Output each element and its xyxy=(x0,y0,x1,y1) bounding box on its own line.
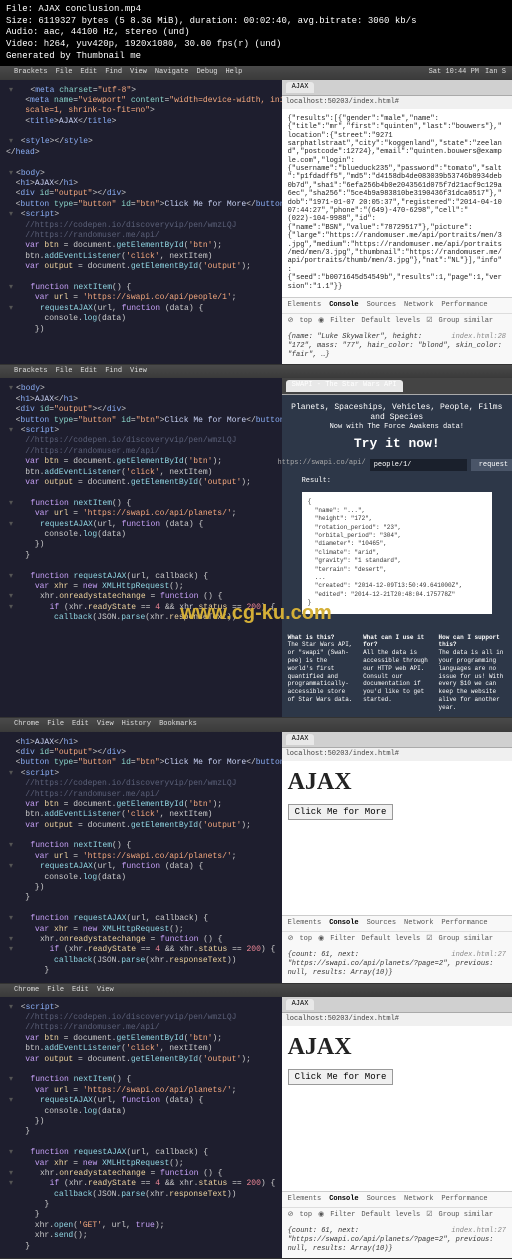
code-editor-2[interactable]: ▾<body> <h1>AJAX</h1> <div id="output"><… xyxy=(0,378,282,717)
clock[interactable]: Sat 10:44 PM xyxy=(429,68,479,77)
address-bar[interactable]: localhost:50203/index.html# xyxy=(282,748,512,761)
app-name[interactable]: Brackets xyxy=(14,68,48,77)
menu-view[interactable]: View xyxy=(130,68,147,77)
json-output: {"results":[{"gender":"male","name":{"ti… xyxy=(288,115,506,291)
dt-elements[interactable]: Elements xyxy=(288,301,322,310)
menu-edit[interactable]: Edit xyxy=(80,68,97,77)
panel-3: <h1>AJAX</h1> <div id="output"></div> <b… xyxy=(0,732,512,984)
file-line: File: AJAX conclusion.mp4 xyxy=(6,4,506,16)
filter[interactable]: Filter xyxy=(330,317,355,326)
clear-icon[interactable]: ⊘ xyxy=(288,317,294,326)
group: Group similar xyxy=(439,317,494,326)
menubar-chrome-3: Chrome File Edit View History Bookmarks xyxy=(0,718,512,731)
eye-icon[interactable]: ◉ xyxy=(318,317,324,326)
api-input[interactable] xyxy=(370,459,467,471)
code-editor-3[interactable]: <h1>AJAX</h1> <div id="output"></div> <b… xyxy=(0,732,282,983)
browser-2-swapi: SWAPI - The Star Wars API Planets, Space… xyxy=(282,378,512,717)
click-me-button[interactable]: Click Me for More xyxy=(288,1069,394,1085)
menubar-chrome-4: Chrome File Edit View xyxy=(0,984,512,997)
browser-tabs[interactable]: AJAX xyxy=(282,80,512,96)
console-output-1: index.html:28 {name: "Luke Skywalker", h… xyxy=(282,329,512,364)
panel-2: ▾<body> <h1>AJAX</h1> <div id="output"><… xyxy=(0,378,512,718)
console-output-3: index.html:27 {count: 61, next: "https:/… xyxy=(282,947,512,982)
address-bar[interactable]: localhost:50203/index.html# xyxy=(282,96,512,109)
dt-console[interactable]: Console xyxy=(329,301,358,310)
menubar-brackets-2: Brackets File Edit Find View xyxy=(0,365,512,378)
browser-3: AJAX localhost:50203/index.html# AJAX Cl… xyxy=(282,732,512,983)
video-metadata-header: File: AJAX conclusion.mp4 Size: 6119327 … xyxy=(0,0,512,66)
scope[interactable]: top xyxy=(299,317,312,326)
console-output-4: index.html:27 {count: 61, next: "https:/… xyxy=(282,1223,512,1258)
menu-find[interactable]: Find xyxy=(105,68,122,77)
page-h1: AJAX xyxy=(288,767,506,798)
code-editor-4[interactable]: ▾ <script> //https://codepen.io/discover… xyxy=(0,997,282,1258)
subline: Now with The Force Awakens data! xyxy=(290,423,504,432)
address-bar[interactable]: localhost:50203/index.html# xyxy=(282,1013,512,1026)
info-columns: What is this?The Star Wars API, or "swap… xyxy=(282,628,512,718)
browser-4: AJAX localhost:50203/index.html# AJAX Cl… xyxy=(282,997,512,1258)
code-editor-1[interactable]: ▾ <meta charset="utf-8"> <meta name="vie… xyxy=(0,80,282,365)
menubar-brackets: Brackets File Edit Find View Navigate De… xyxy=(0,66,512,79)
api-prefix: https://swapi.co/api/ xyxy=(277,459,365,471)
dt-network[interactable]: Network xyxy=(404,301,433,310)
dt-performance[interactable]: Performance xyxy=(441,301,487,310)
menu-navigate[interactable]: Navigate xyxy=(155,68,189,77)
dt-sources[interactable]: Sources xyxy=(367,301,396,310)
group-check[interactable]: ☑ xyxy=(426,317,432,326)
result-label: Result: xyxy=(290,477,504,486)
browser-1: AJAX localhost:50203/index.html# {"resul… xyxy=(282,80,512,365)
request-button[interactable]: request xyxy=(471,459,512,471)
result-json: { "name": "...", "height": "172", "rotat… xyxy=(302,492,492,613)
video-line: Video: h264, yuv420p, 1920x1080, 30.00 f… xyxy=(6,39,506,51)
gen-line: Generated by Thumbnail me xyxy=(6,51,506,63)
panel-1: ▾ <meta charset="utf-8"> <meta name="vie… xyxy=(0,80,512,366)
menu-file[interactable]: File xyxy=(56,68,73,77)
menu-debug[interactable]: Debug xyxy=(196,68,217,77)
page-content-json: {"results":[{"gender":"male","name":{"ti… xyxy=(282,109,512,297)
tagline: Planets, Spaceships, Vehicles, People, F… xyxy=(290,403,504,424)
levels[interactable]: Default levels xyxy=(361,317,420,326)
username[interactable]: Ian S xyxy=(485,68,506,77)
menu-help[interactable]: Help xyxy=(225,68,242,77)
click-me-button[interactable]: Click Me for More xyxy=(288,804,394,820)
size-line: Size: 6119327 bytes (5 8.36 MiB), durati… xyxy=(6,16,506,28)
tab-ajax[interactable]: AJAX xyxy=(286,82,315,93)
audio-line: Audio: aac, 44100 Hz, stereo (und) xyxy=(6,27,506,39)
panel-4: ▾ <script> //https://codepen.io/discover… xyxy=(0,997,512,1259)
page-h1: AJAX xyxy=(288,1032,506,1063)
hero-title: Try it now! xyxy=(290,436,504,453)
swapi-tab[interactable]: SWAPI - The Star Wars API xyxy=(286,380,403,391)
tab[interactable]: AJAX xyxy=(286,734,315,745)
devtools-1: Elements Console Sources Network Perform… xyxy=(282,297,512,364)
